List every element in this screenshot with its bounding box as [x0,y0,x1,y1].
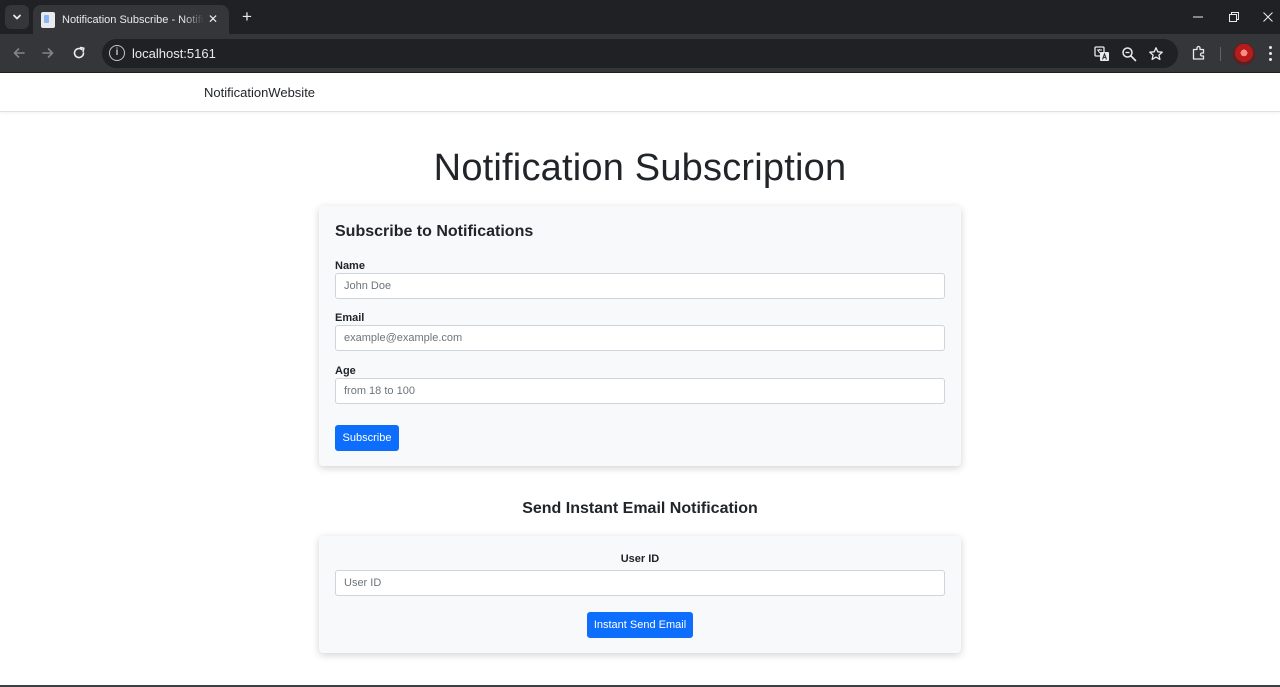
subscribe-button[interactable]: Subscribe [335,425,399,451]
site-info-icon[interactable]: i [109,45,125,61]
puzzle-icon [1192,45,1205,60]
profile-avatar[interactable] [1233,43,1255,65]
tab-list-button[interactable] [5,5,29,29]
instant-send-email-button[interactable]: Instant Send Email [587,612,693,638]
close-tab-icon[interactable]: ✕ [205,11,221,27]
minimize-window-button[interactable] [1186,6,1210,28]
restore-window-button[interactable] [1222,6,1246,28]
name-label: Name [335,260,365,272]
arrow-left-icon [13,48,25,58]
user-id-input[interactable] [335,570,945,596]
more-vertical-icon[interactable] [1264,43,1276,63]
browser-toolbar: i localhost:5161 [0,34,1280,73]
back-button[interactable] [8,42,30,64]
address-bar[interactable]: i localhost:5161 [102,39,1178,68]
age-input[interactable] [335,378,945,404]
browser-tab[interactable]: Notification Subscribe - NotificationWeb… [33,5,229,34]
email-label: Email [335,312,365,324]
zoom-icon[interactable] [1120,45,1138,63]
brand-link[interactable]: NotificationWebsite [204,85,315,100]
new-tab-button[interactable]: + [237,7,257,27]
url-text[interactable]: localhost:5161 [132,46,216,61]
close-window-button[interactable] [1256,6,1280,28]
toolbar-divider [1220,47,1221,61]
extensions-button[interactable] [1189,43,1209,63]
reload-icon [73,46,85,59]
arrow-right-icon [42,48,54,58]
page-favicon-icon [41,11,55,28]
email-input[interactable] [335,325,945,351]
browser-tab-bar: Notification Subscribe - NotificationWeb… [0,0,1280,34]
age-label: Age [335,365,356,377]
user-id-label: User ID [620,553,660,565]
instant-email-card: User ID Instant Send Email [319,536,961,653]
page-title: Notification Subscription [433,147,847,189]
reload-button[interactable] [68,42,90,64]
instant-email-section-title: Send Instant Email Notification [522,500,758,517]
name-input[interactable] [335,273,945,299]
restore-icon [1229,12,1239,22]
site-navbar: NotificationWebsite [0,73,1280,112]
forward-button[interactable] [37,42,59,64]
subscribe-card: Subscribe to Notifications Name Email Ag… [319,206,961,466]
close-icon [1263,12,1273,22]
chevron-down-icon [13,14,21,20]
star-icon[interactable] [1147,45,1165,63]
subscribe-card-title: Subscribe to Notifications [335,223,534,240]
translate-icon[interactable] [1093,45,1111,63]
tab-title: Notification Subscribe - NotificationWeb… [62,13,204,26]
minimize-icon [1193,16,1203,18]
